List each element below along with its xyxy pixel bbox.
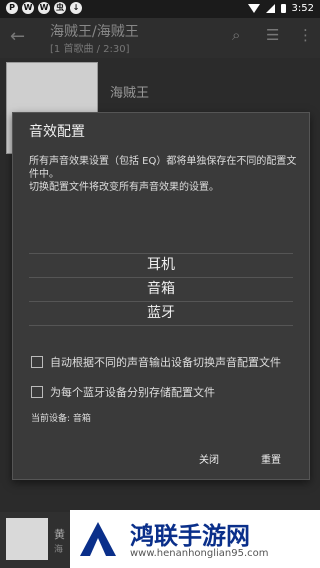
watermark: 鸿联手游网 www.henanhonglian95.com bbox=[70, 510, 320, 568]
signal-icon bbox=[265, 4, 275, 13]
back-arrow-icon[interactable]: ← bbox=[10, 26, 25, 47]
wifi-icon bbox=[247, 4, 260, 13]
list-icon[interactable]: ☰ bbox=[266, 26, 279, 44]
close-button[interactable]: 关闭 bbox=[199, 451, 219, 466]
current-device: 当前设备: 音箱 bbox=[31, 414, 91, 424]
sound-profile-dialog: 音效配置 所有声音效果设置（包括 EQ）都将单独保存在不同的配置文件中。 切换配… bbox=[12, 112, 310, 480]
watermark-title: 鸿联手游网 bbox=[130, 522, 250, 550]
more-icon[interactable]: ⋮ bbox=[298, 26, 313, 44]
per-bluetooth-checkbox[interactable]: 为每个蓝牙设备分别存储配置文件 bbox=[31, 384, 215, 400]
clock: 3:52 bbox=[291, 3, 314, 14]
option-headphones[interactable]: 耳机 bbox=[29, 253, 293, 278]
download-icon: ↓ bbox=[70, 2, 82, 14]
watermark-logo bbox=[80, 522, 116, 556]
option-bluetooth[interactable]: 蓝牙 bbox=[29, 302, 293, 326]
mini-album-art bbox=[6, 518, 48, 560]
profile-options: 耳机 音箱 蓝牙 bbox=[29, 253, 293, 326]
dialog-title: 音效配置 bbox=[29, 124, 85, 140]
watermark-url: www.henanhonglian95.com bbox=[130, 548, 269, 559]
search-icon[interactable]: ⌕ bbox=[232, 26, 240, 44]
app-notification-icon: W bbox=[38, 2, 50, 14]
app-notification-icon: P bbox=[6, 2, 18, 14]
mini-subtitle: 海 bbox=[54, 545, 64, 555]
app-notification-icon: W bbox=[22, 2, 34, 14]
dialog-description: 所有声音效果设置（包括 EQ）都将单独保存在不同的配置文件中。 切换配置文件将改… bbox=[29, 155, 299, 194]
description-line: 所有声音效果设置（包括 EQ）都将单独保存在不同的配置文件中。 bbox=[29, 156, 297, 180]
status-icons: P W W 虫 ↓ bbox=[6, 2, 82, 14]
album-title: 海贼王 bbox=[110, 86, 150, 101]
status-bar: P W W 虫 ↓ 3:52 bbox=[0, 0, 320, 18]
checkbox-label: 为每个蓝牙设备分别存储配置文件 bbox=[50, 386, 215, 399]
checkbox-box[interactable] bbox=[31, 386, 43, 398]
checkbox-box[interactable] bbox=[31, 356, 43, 368]
mini-title: 黄 bbox=[54, 528, 65, 541]
auto-switch-checkbox[interactable]: 自动根据不同的声音输出设备切换声音配置文件 bbox=[31, 354, 281, 370]
app-bar: ← 海贼王/海贼王 [1 首歌曲 / 2:30] ⌕ ☰ ⋮ bbox=[0, 18, 320, 58]
option-speaker[interactable]: 音箱 bbox=[29, 278, 293, 302]
app-notification-icon: 虫 bbox=[54, 2, 66, 14]
system-icons: 3:52 bbox=[247, 3, 314, 14]
page-title: 海贼王/海贼王 bbox=[50, 24, 139, 40]
battery-icon bbox=[280, 4, 286, 13]
reset-button[interactable]: 重置 bbox=[261, 451, 281, 466]
description-line: 切换配置文件将改变所有声音效果的设置。 bbox=[29, 182, 219, 193]
page-subtitle: [1 首歌曲 / 2:30] bbox=[50, 44, 130, 55]
checkbox-label: 自动根据不同的声音输出设备切换声音配置文件 bbox=[50, 356, 281, 369]
